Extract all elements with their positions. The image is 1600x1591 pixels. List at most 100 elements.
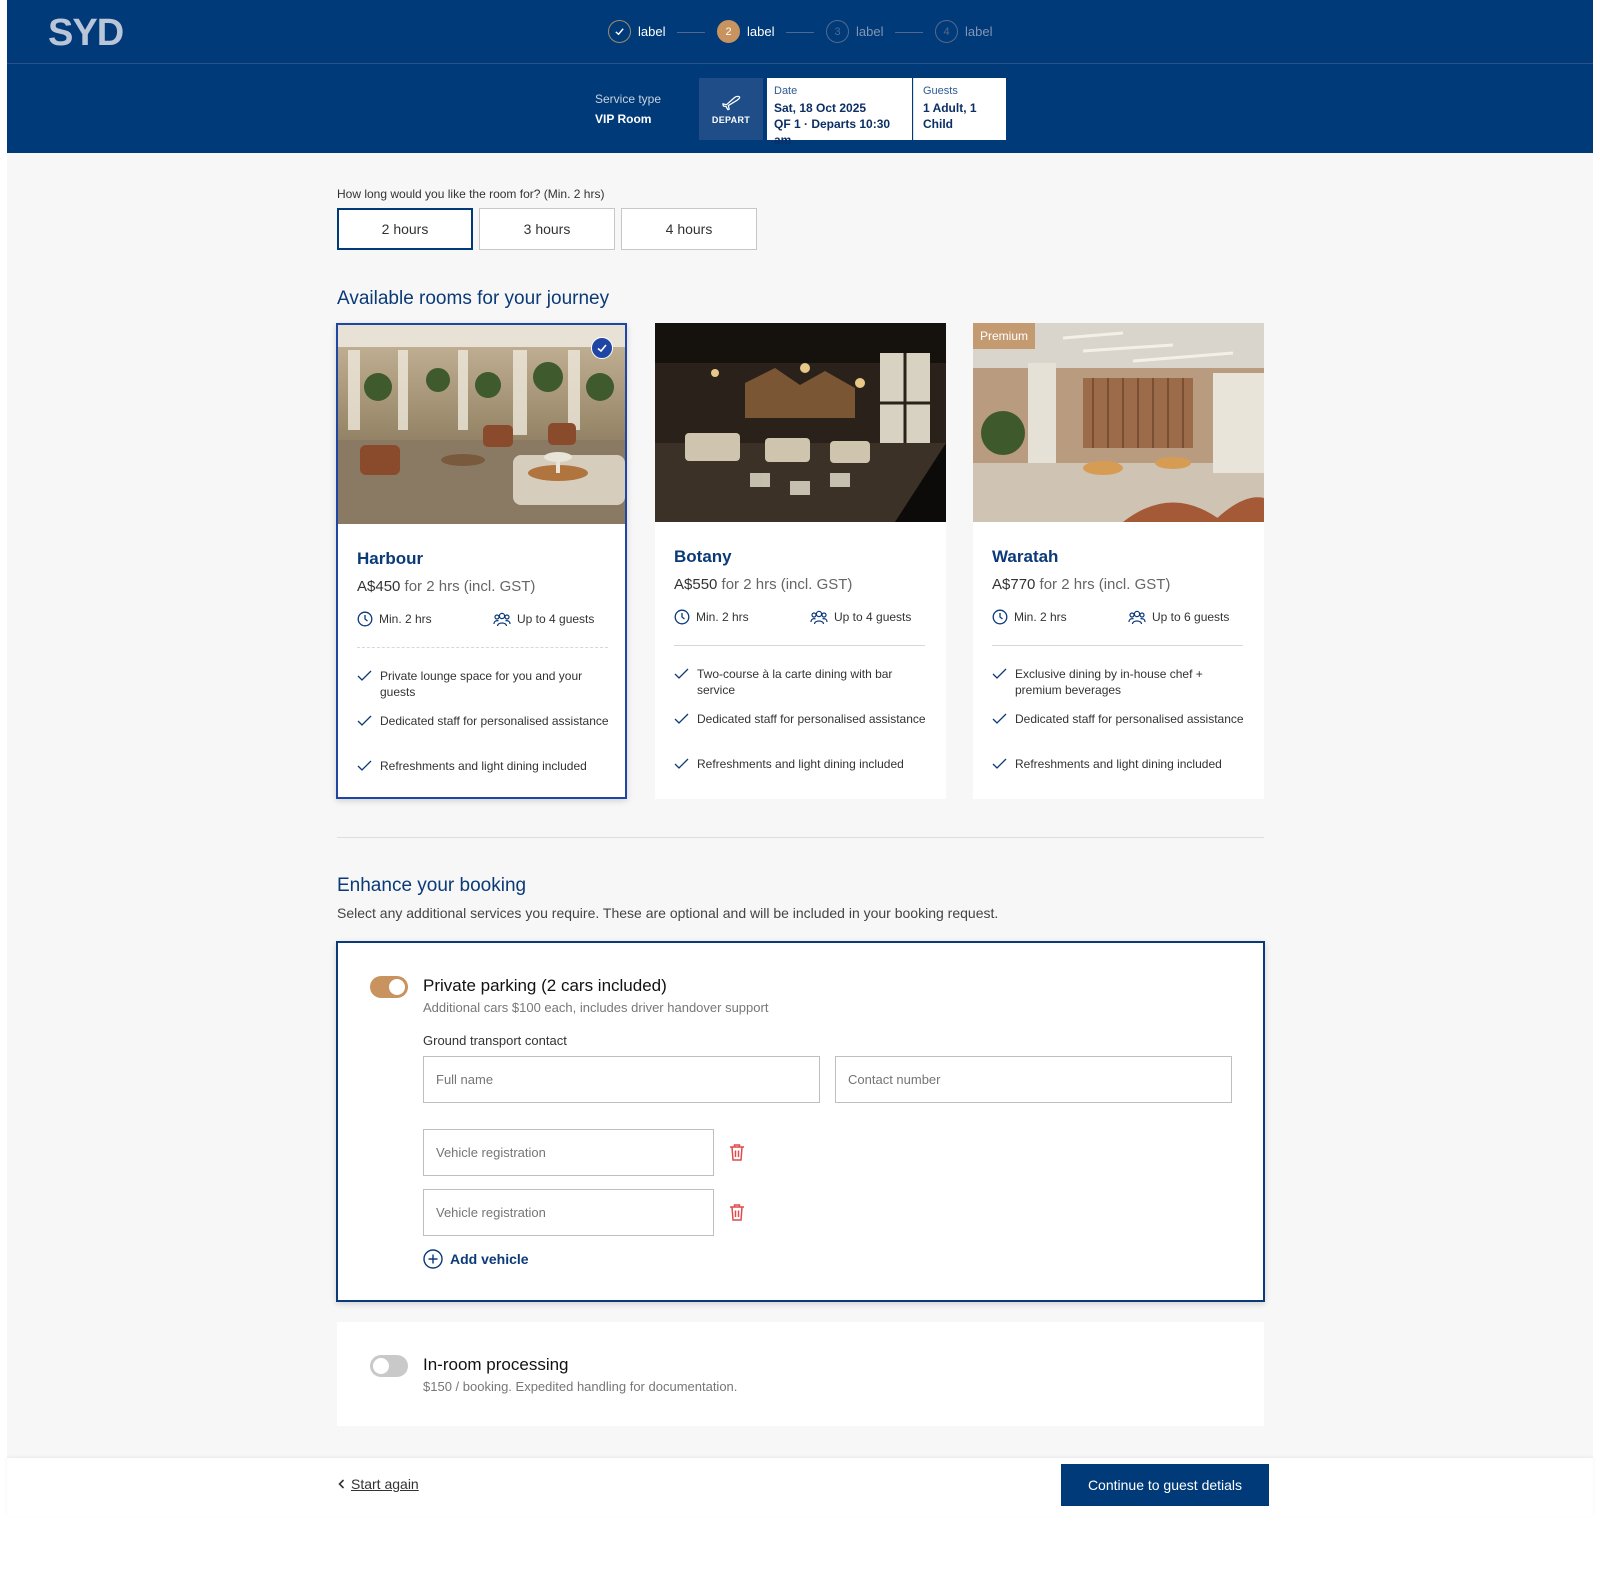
check-icon <box>357 715 372 726</box>
check-icon <box>674 758 689 769</box>
step-label: label <box>638 24 666 39</box>
service-type-value: VIP Room <box>595 112 652 126</box>
room-price: A$770 for 2 hrs (incl. GST) <box>992 576 1171 593</box>
duration-option-4-hours[interactable]: 4 hours <box>621 208 757 250</box>
room-name: Harbour <box>357 549 424 568</box>
card-divider <box>992 645 1243 646</box>
step-number: 2 <box>717 20 740 43</box>
step-connector <box>786 32 814 33</box>
delete-vehicle-icon[interactable] <box>728 1143 746 1167</box>
room-feature: Dedicated staff for personalised assista… <box>357 713 612 729</box>
room-feature: Refreshments and light dining included <box>992 756 1247 772</box>
room-feature: Private lounge space for you and your gu… <box>357 668 612 700</box>
delete-vehicle-icon[interactable] <box>728 1203 746 1227</box>
enhance-subtitle: Select any additional services you requi… <box>337 905 999 921</box>
room-feature: Dedicated staff for personalised assista… <box>674 711 929 727</box>
processing-service-card: In-room processing $150 / booking. Exped… <box>337 1322 1264 1426</box>
selected-check-icon <box>591 337 613 359</box>
room-card-waratah[interactable]: Premium Waratah A$770 for 2 hrs (incl. G… <box>973 323 1264 799</box>
check-icon <box>992 758 1007 769</box>
parking-title: Private parking (2 cars included) <box>423 976 667 995</box>
vehicle-registration-input[interactable] <box>423 1189 714 1236</box>
room-capacity: Up to 6 guests <box>1128 609 1229 625</box>
full-name-input[interactable] <box>423 1056 820 1103</box>
step-number: 3 <box>826 20 849 43</box>
section-divider <box>337 837 1264 838</box>
guests-icon <box>810 610 828 625</box>
chevron-left-icon <box>338 1479 345 1489</box>
depart-button[interactable]: DEPART <box>699 78 763 140</box>
card-divider <box>674 645 925 646</box>
room-min-duration: Min. 2 hrs <box>992 609 1067 625</box>
step-4[interactable]: 4 label <box>935 20 992 43</box>
plane-icon <box>722 95 741 111</box>
room-feature: Dedicated staff for personalised assista… <box>992 711 1247 727</box>
processing-description: $150 / booking. Expedited handling for d… <box>423 1379 738 1394</box>
ground-transport-label: Ground transport contact <box>423 1033 567 1048</box>
step-label: label <box>747 24 775 39</box>
contact-number-input[interactable] <box>835 1056 1232 1103</box>
room-name: Botany <box>674 547 732 566</box>
start-again-link[interactable]: Start again <box>338 1476 419 1492</box>
step-3[interactable]: 3 label <box>826 20 883 43</box>
step-connector <box>895 32 923 33</box>
processing-toggle[interactable] <box>370 1355 408 1377</box>
step-label: label <box>856 24 884 39</box>
step-1[interactable]: label <box>608 20 665 43</box>
step-2[interactable]: 2 label <box>717 20 774 43</box>
duration-question: How long would you like the room for? (M… <box>337 187 605 201</box>
footer-bar: Start again Continue to guest detials <box>7 1458 1593 1516</box>
duration-option-3-hours[interactable]: 3 hours <box>479 208 615 250</box>
parking-description: Additional cars $100 each, includes driv… <box>423 1000 769 1015</box>
date-selector[interactable]: Date Sat, 18 Oct 2025 QF 1 · Departs 10:… <box>767 78 912 147</box>
step-complete-icon <box>608 20 631 43</box>
guests-icon <box>1128 610 1146 625</box>
vehicle-registration-input[interactable] <box>423 1129 714 1176</box>
clock-icon <box>357 611 373 627</box>
card-divider <box>357 647 608 648</box>
step-number: 4 <box>935 20 958 43</box>
guests-value: 1 Adult, 1 Child <box>923 101 977 131</box>
room-capacity: Up to 4 guests <box>493 611 594 627</box>
date-value: Sat, 18 Oct 2025 QF 1 · Departs 10:30 am <box>774 101 891 147</box>
progress-stepper: label 2 label 3 label 4 label <box>7 20 1593 46</box>
check-icon <box>674 668 689 679</box>
premium-badge: Premium <box>973 323 1036 349</box>
room-feature: Refreshments and light dining included <box>357 758 612 774</box>
continue-button[interactable]: Continue to guest detials <box>1061 1464 1269 1506</box>
guests-selector[interactable]: Guests 1 Adult, 1 Child <box>913 78 1006 140</box>
check-icon <box>357 760 372 771</box>
service-type: Service type VIP Room <box>595 92 661 126</box>
room-min-duration: Min. 2 hrs <box>357 611 432 627</box>
room-feature: Two-course à la carte dining with bar se… <box>674 666 929 698</box>
parking-service-card: Private parking (2 cars included) Additi… <box>336 941 1265 1302</box>
add-vehicle-button[interactable]: Add vehicle <box>423 1249 529 1269</box>
depart-label: DEPART <box>711 115 751 125</box>
clock-icon <box>992 609 1008 625</box>
room-price: A$550 for 2 hrs (incl. GST) <box>674 576 853 593</box>
check-icon <box>357 670 372 681</box>
step-connector <box>677 32 705 33</box>
room-photo <box>973 323 1264 522</box>
room-name: Waratah <box>992 547 1059 566</box>
plus-circle-icon <box>423 1249 443 1269</box>
room-card-botany[interactable]: Botany A$550 for 2 hrs (incl. GST) Min. … <box>655 323 946 799</box>
check-icon <box>992 713 1007 724</box>
room-photo <box>655 323 946 522</box>
guests-label: Guests <box>923 85 958 97</box>
parking-toggle[interactable] <box>370 976 408 998</box>
header: SYD label 2 label 3 label 4 label Servic… <box>7 0 1593 153</box>
date-label: Date <box>774 85 798 97</box>
duration-option-2-hours[interactable]: 2 hours <box>337 208 473 250</box>
header-divider <box>7 63 1593 64</box>
room-min-duration: Min. 2 hrs <box>674 609 749 625</box>
enhance-heading: Enhance your booking <box>337 875 527 896</box>
room-card-harbour[interactable]: Harbour A$450 for 2 hrs (incl. GST) Min.… <box>336 323 627 799</box>
processing-title: In-room processing <box>423 1355 569 1374</box>
room-price: A$450 for 2 hrs (incl. GST) <box>357 578 536 595</box>
check-icon <box>992 668 1007 679</box>
service-type-label: Service type <box>595 92 662 106</box>
room-feature: Refreshments and light dining included <box>674 756 929 772</box>
clock-icon <box>674 609 690 625</box>
room-capacity: Up to 4 guests <box>810 609 911 625</box>
